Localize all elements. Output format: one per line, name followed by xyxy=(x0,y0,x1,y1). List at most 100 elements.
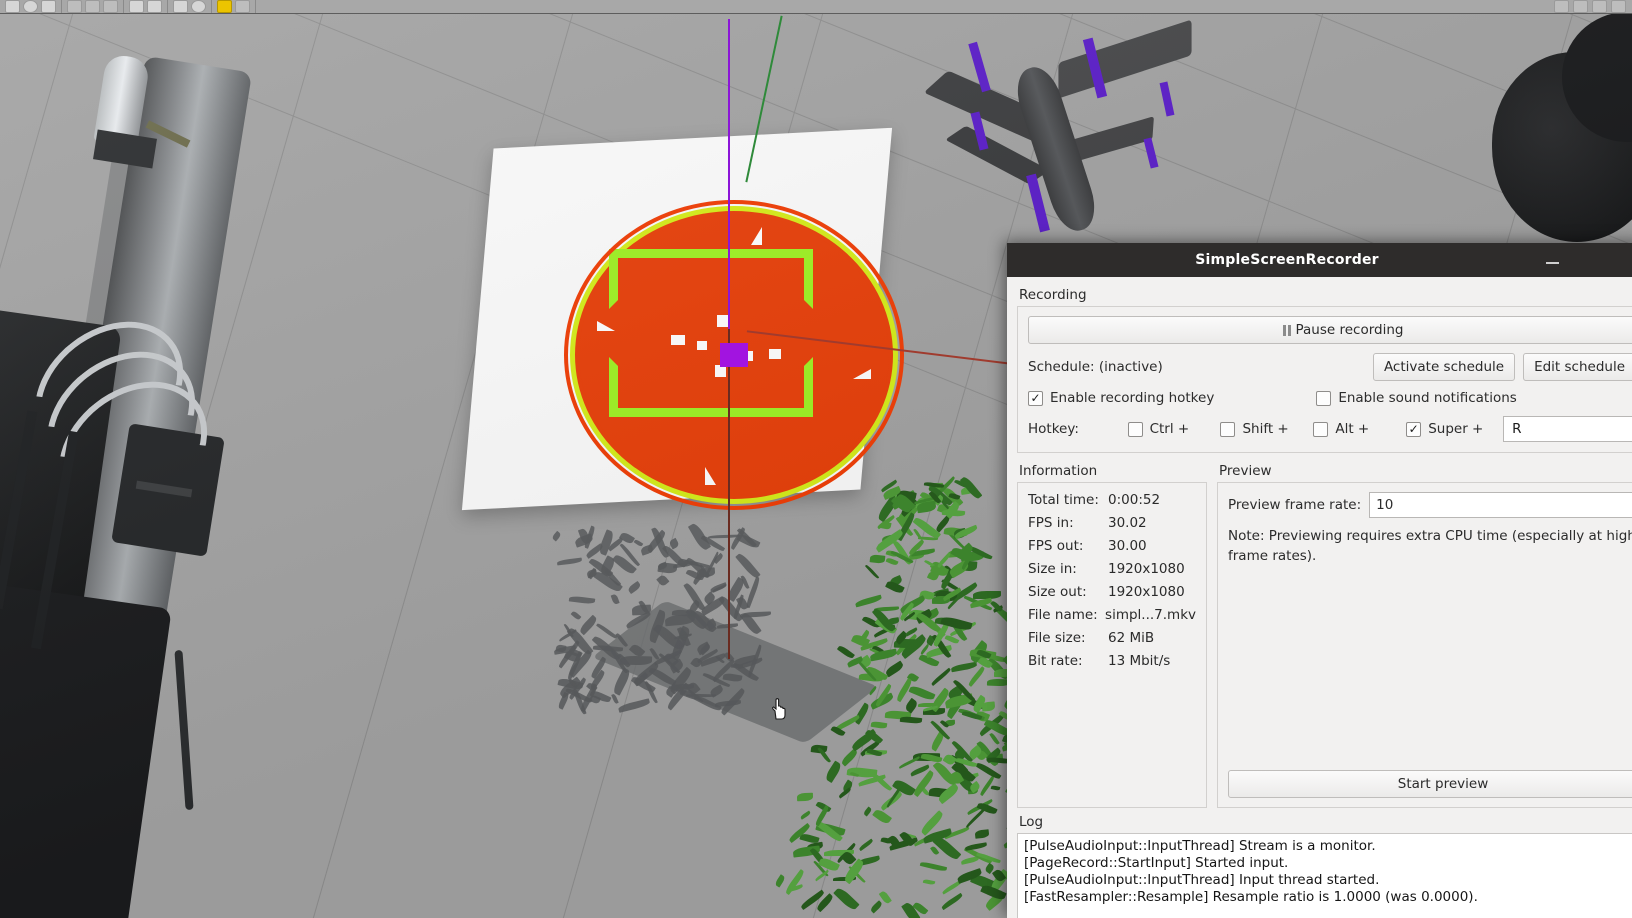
hotkey-alt-checkbox[interactable]: Alt + xyxy=(1313,421,1406,437)
cube-icon[interactable] xyxy=(5,0,20,13)
hotkey-shift-checkbox[interactable]: Shift + xyxy=(1220,421,1313,437)
hotkey-key-input[interactable]: R xyxy=(1503,416,1632,442)
checkbox-icon xyxy=(1313,421,1329,437)
recording-group-label: Recording xyxy=(1019,287,1087,303)
app-toolbar[interactable] xyxy=(0,0,1632,14)
start-preview-button[interactable]: Start preview xyxy=(1228,770,1632,798)
cylinder-icon[interactable] xyxy=(41,0,56,13)
camera-icon[interactable] xyxy=(1554,0,1569,13)
tree-foliage xyxy=(837,644,856,660)
shadow-foliage xyxy=(634,539,644,548)
log-output[interactable]: [PulseAudioInput::InputThread] Stream is… xyxy=(1017,833,1632,918)
info-key: File size: xyxy=(1028,630,1086,646)
shadow-foliage xyxy=(598,554,616,577)
tree-foliage xyxy=(930,667,952,686)
minimize-button[interactable] xyxy=(1546,254,1559,265)
tree-foliage xyxy=(922,878,935,886)
window-title: SimpleScreenRecorder xyxy=(1195,252,1379,268)
info-row: File name: simpl...7.mkv xyxy=(1028,607,1196,623)
pause-recording-button[interactable]: Pause recording xyxy=(1028,316,1632,344)
tree-foliage xyxy=(960,856,979,866)
pad-tick-s xyxy=(705,467,716,485)
panel-icon[interactable] xyxy=(147,0,162,13)
export-icon[interactable] xyxy=(1611,0,1626,13)
tree-foliage xyxy=(865,564,880,580)
save-view-icon[interactable] xyxy=(1573,0,1588,13)
sphere-icon[interactable] xyxy=(23,0,38,13)
pad-mark-top xyxy=(609,249,813,309)
pointer-icon[interactable] xyxy=(235,0,250,13)
tree-foliage xyxy=(989,732,1000,746)
log-line: [PulseAudioInput::InputThread] Stream is… xyxy=(1024,838,1376,854)
preview-frame-rate-label: Preview frame rate: xyxy=(1228,497,1362,513)
shadow-foliage xyxy=(617,697,651,712)
tree-foliage xyxy=(774,874,787,888)
tree-foliage xyxy=(862,806,873,817)
toolbar-group-select[interactable] xyxy=(124,0,168,13)
hotkey-shift-label: Shift + xyxy=(1242,421,1289,437)
pad-dash-1 xyxy=(671,335,685,345)
shadow-foliage xyxy=(610,593,621,606)
tree-foliage xyxy=(868,685,878,696)
box-select-icon[interactable] xyxy=(129,0,144,13)
tree-foliage xyxy=(796,793,814,802)
enable-sound-notifications-checkbox[interactable]: Enable sound notifications xyxy=(1316,390,1517,406)
pause-icon xyxy=(1282,324,1291,336)
edit-schedule-button[interactable]: Edit schedule xyxy=(1523,353,1632,381)
enable-sound-notifications-label: Enable sound notifications xyxy=(1338,390,1517,406)
hotkey-super-checkbox[interactable]: ✓ Super + xyxy=(1406,421,1499,437)
info-row: Bit rate: 13 Mbit/s xyxy=(1028,653,1196,669)
preview-frame-rate-input[interactable]: 10 xyxy=(1369,492,1632,518)
info-row: File size: 62 MiB xyxy=(1028,630,1196,646)
toolbar-group-align[interactable] xyxy=(168,0,212,13)
pad-dash-2 xyxy=(697,341,707,350)
snap-icon[interactable] xyxy=(191,0,206,13)
preview-group: Preview frame rate: 10 Note: Previewing … xyxy=(1217,482,1632,808)
origin-gizmo-icon xyxy=(720,343,748,367)
toolbar-group-joints[interactable] xyxy=(62,0,124,13)
pad-mark-bottom xyxy=(609,357,813,417)
foreground-machine[interactable] xyxy=(0,30,400,918)
info-key: FPS in: xyxy=(1028,515,1074,531)
tree-foliage xyxy=(913,527,922,539)
window-body: Recording Pause recording Schedule: (ina… xyxy=(1007,277,1632,918)
aircraft-rotor xyxy=(1143,137,1159,169)
checkbox-icon: ✓ xyxy=(1028,390,1043,406)
log-line: [PulseAudioInput::InputThread] Input thr… xyxy=(1024,872,1380,888)
vtol-aircraft[interactable] xyxy=(915,19,1215,237)
undo-view-icon[interactable] xyxy=(1592,0,1607,13)
info-value: 62 MiB xyxy=(1108,630,1155,646)
tree-foliage xyxy=(919,861,947,873)
window-title-bar[interactable]: SimpleScreenRecorder xyxy=(1007,243,1632,277)
info-value: 30.00 xyxy=(1108,538,1147,554)
information-group: Total time: 0:00:52 FPS in: 30.02 FPS ou… xyxy=(1017,482,1207,808)
tree-foliage xyxy=(898,756,921,770)
hotkey-ctrl-checkbox[interactable]: Ctrl + xyxy=(1127,421,1221,437)
tree-foliage xyxy=(974,829,990,839)
joint-icon[interactable] xyxy=(67,0,82,13)
toolbar-group-primitives[interactable] xyxy=(0,0,62,13)
toolbar-group-annotate[interactable] xyxy=(212,0,256,13)
info-row: FPS out: 30.00 xyxy=(1028,538,1196,554)
enable-recording-hotkey-label: Enable recording hotkey xyxy=(1050,390,1215,406)
info-key: File name: xyxy=(1028,607,1098,623)
information-group-label: Information xyxy=(1019,463,1098,479)
activate-schedule-button[interactable]: Activate schedule xyxy=(1372,353,1516,381)
info-key: Size in: xyxy=(1028,561,1077,577)
simplescreenrecorder-window[interactable]: SimpleScreenRecorder Recording Pause rec… xyxy=(1007,243,1632,918)
info-key: Bit rate: xyxy=(1028,653,1083,669)
hotkey-super-label: Super + xyxy=(1428,421,1484,437)
align-icon[interactable] xyxy=(173,0,188,13)
shadow-foliage xyxy=(722,672,742,683)
info-key: Total time: xyxy=(1028,492,1099,508)
shadow-foliage xyxy=(551,530,563,542)
link-icon[interactable] xyxy=(85,0,100,13)
tree-foliage xyxy=(823,759,844,783)
toolbar-group-view[interactable] xyxy=(1554,0,1632,13)
info-row: FPS in: 30.02 xyxy=(1028,515,1196,531)
enable-recording-hotkey-checkbox[interactable]: ✓ Enable recording hotkey xyxy=(1028,390,1214,406)
shadow-foliage xyxy=(626,580,642,595)
landing-pad[interactable] xyxy=(461,15,1264,659)
note-highlight-icon[interactable] xyxy=(217,0,232,13)
axis-icon[interactable] xyxy=(103,0,118,13)
